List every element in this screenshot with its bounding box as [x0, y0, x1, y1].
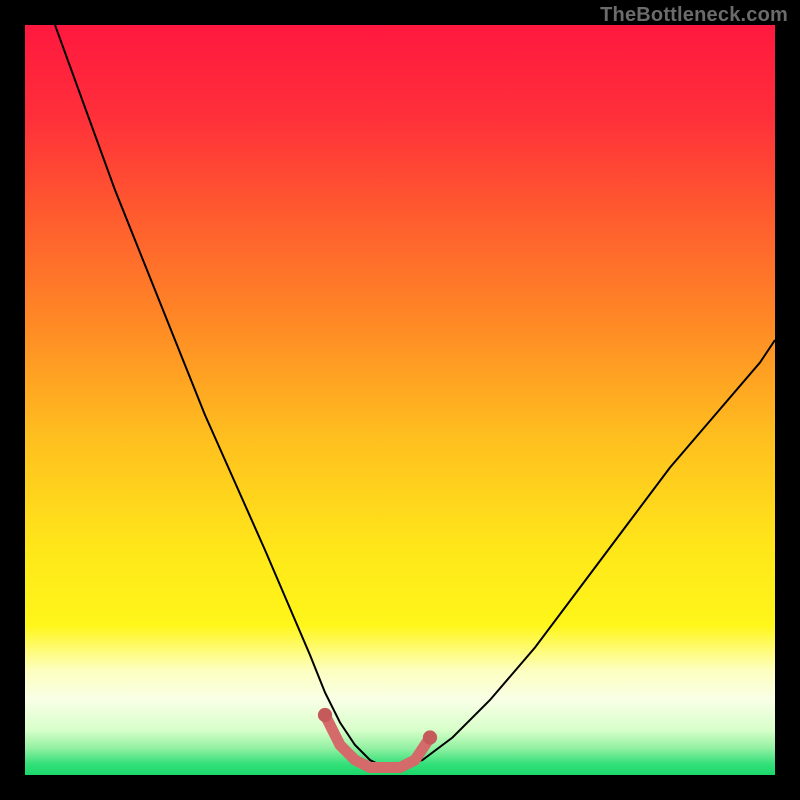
curve-layer	[25, 25, 775, 775]
chart-stage: TheBottleneck.com	[0, 0, 800, 800]
optimal-zone-endpoint-right	[423, 730, 437, 744]
watermark-text: TheBottleneck.com	[600, 4, 788, 27]
optimal-zone-endpoint-left	[318, 708, 332, 722]
bottleneck-curve	[55, 25, 775, 768]
plot-area	[25, 25, 775, 775]
